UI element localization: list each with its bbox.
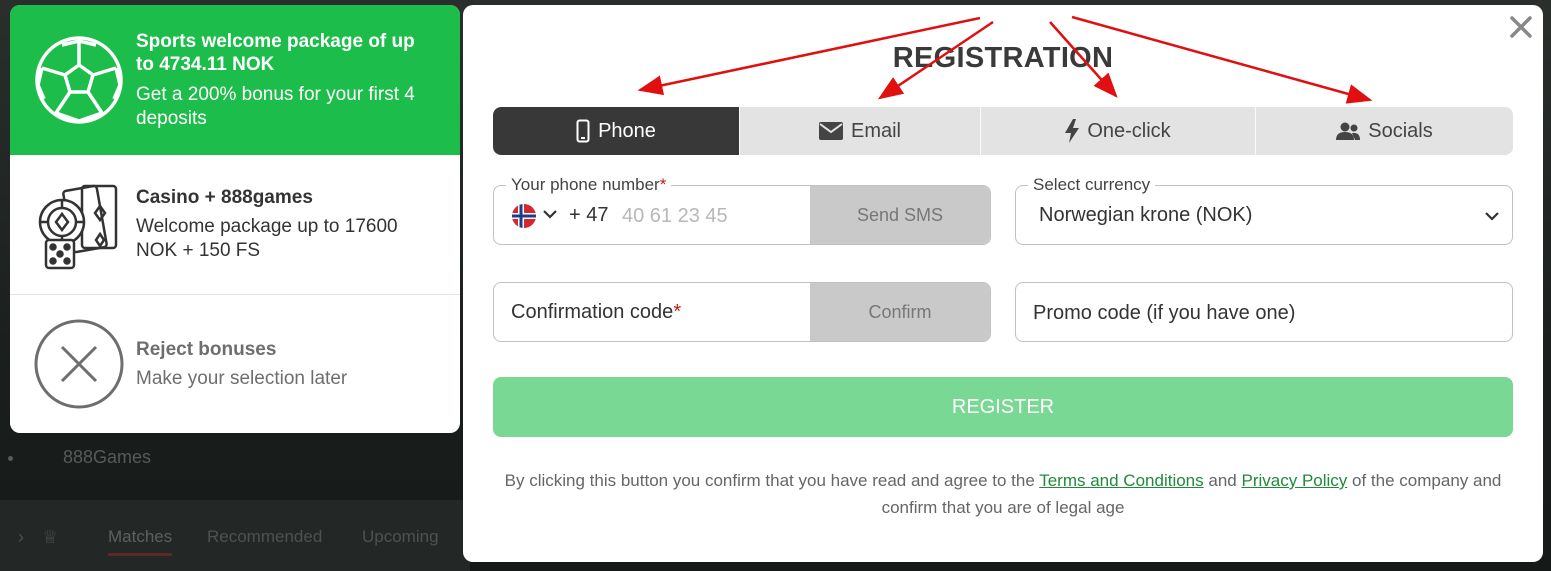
soccer-ball-icon: [34, 35, 124, 125]
bonus-subtitle: Make your selection later: [136, 367, 348, 389]
phone-icon: [576, 119, 590, 143]
currency-field-label: Select currency: [1028, 175, 1156, 195]
promo-code-input[interactable]: [1033, 298, 1493, 328]
currency-select[interactable]: Select currency Norwegian krone (NOK): [1015, 175, 1513, 245]
confirmation-code-input[interactable]: [511, 298, 801, 328]
registration-modal: REGISTRATION Phone Email One-click Socia…: [463, 5, 1543, 562]
casino-chips-cards-icon: [34, 180, 124, 270]
users-icon: [1336, 122, 1361, 140]
chevron-down-icon: [1484, 208, 1500, 226]
phone-country-prefix: + 47: [569, 204, 609, 226]
envelope-icon: [818, 122, 843, 140]
bonus-option-sports[interactable]: Sports welcome package of up to 4734.11 …: [10, 5, 460, 155]
terms-and-conditions-link[interactable]: Terms and Conditions: [1039, 471, 1203, 490]
background-menu-item: 888Games: [8, 447, 151, 468]
bonus-subtitle: Get a 200% bonus for your first 4 deposi…: [136, 83, 415, 129]
bonus-panel: Sports welcome package of up to 4734.11 …: [10, 5, 460, 433]
norway-flag-icon[interactable]: [512, 204, 536, 228]
tab-phone[interactable]: Phone: [493, 107, 740, 155]
close-icon[interactable]: [1509, 15, 1533, 39]
phone-number-input[interactable]: [622, 201, 802, 231]
tab-label: One-click: [1087, 119, 1171, 142]
background-tab-recommended: Recommended: [207, 527, 323, 546]
confirmation-code-field: Confirmation code* Confirm: [493, 282, 991, 342]
lightning-icon: [1065, 119, 1080, 143]
background-tab-upcoming: Upcoming: [362, 527, 439, 546]
bonus-subtitle: Welcome package up to 17600 NOK + 150 FS: [136, 216, 398, 261]
tab-socials[interactable]: Socials: [1256, 107, 1513, 155]
chevron-down-icon[interactable]: [542, 206, 558, 224]
tab-label: Phone: [598, 119, 656, 142]
trophy-icon: ♕: [42, 527, 59, 547]
send-sms-button[interactable]: Send SMS: [810, 186, 990, 244]
tab-one-click[interactable]: One-click: [981, 107, 1256, 155]
tab-label: Socials: [1368, 119, 1433, 142]
bonus-title: Sports welcome package of up to 4734.11 …: [136, 30, 415, 75]
tab-email[interactable]: Email: [740, 107, 981, 155]
chevron-right-icon: ›: [18, 527, 24, 547]
bonus-option-casino[interactable]: Casino + 888games Welcome package up to …: [10, 155, 460, 295]
background-tab-matches: Matches: [108, 527, 173, 556]
tab-label: Email: [850, 119, 901, 142]
bonus-title: Reject bonuses: [136, 338, 277, 360]
confirm-button[interactable]: Confirm: [810, 283, 990, 341]
privacy-policy-link[interactable]: Privacy Policy: [1241, 471, 1347, 490]
bonus-title: Casino + 888games: [136, 187, 313, 208]
promo-code-field: [1015, 282, 1513, 342]
register-button[interactable]: REGISTER: [493, 377, 1513, 437]
currency-selected-value: Norwegian krone (NOK): [1039, 204, 1253, 226]
legal-notice: By clicking this button you confirm that…: [504, 471, 1502, 517]
reject-icon: [34, 319, 124, 409]
registration-method-tabs: Phone Email One-click Socials: [493, 107, 1513, 155]
bonus-option-reject[interactable]: Reject bonuses Make your selection later: [10, 295, 460, 433]
page-title: REGISTRATION: [892, 42, 1114, 74]
phone-number-field: Your phone number* + 47 Send SMS: [493, 175, 991, 245]
phone-field-label: Your phone number*: [506, 175, 672, 195]
